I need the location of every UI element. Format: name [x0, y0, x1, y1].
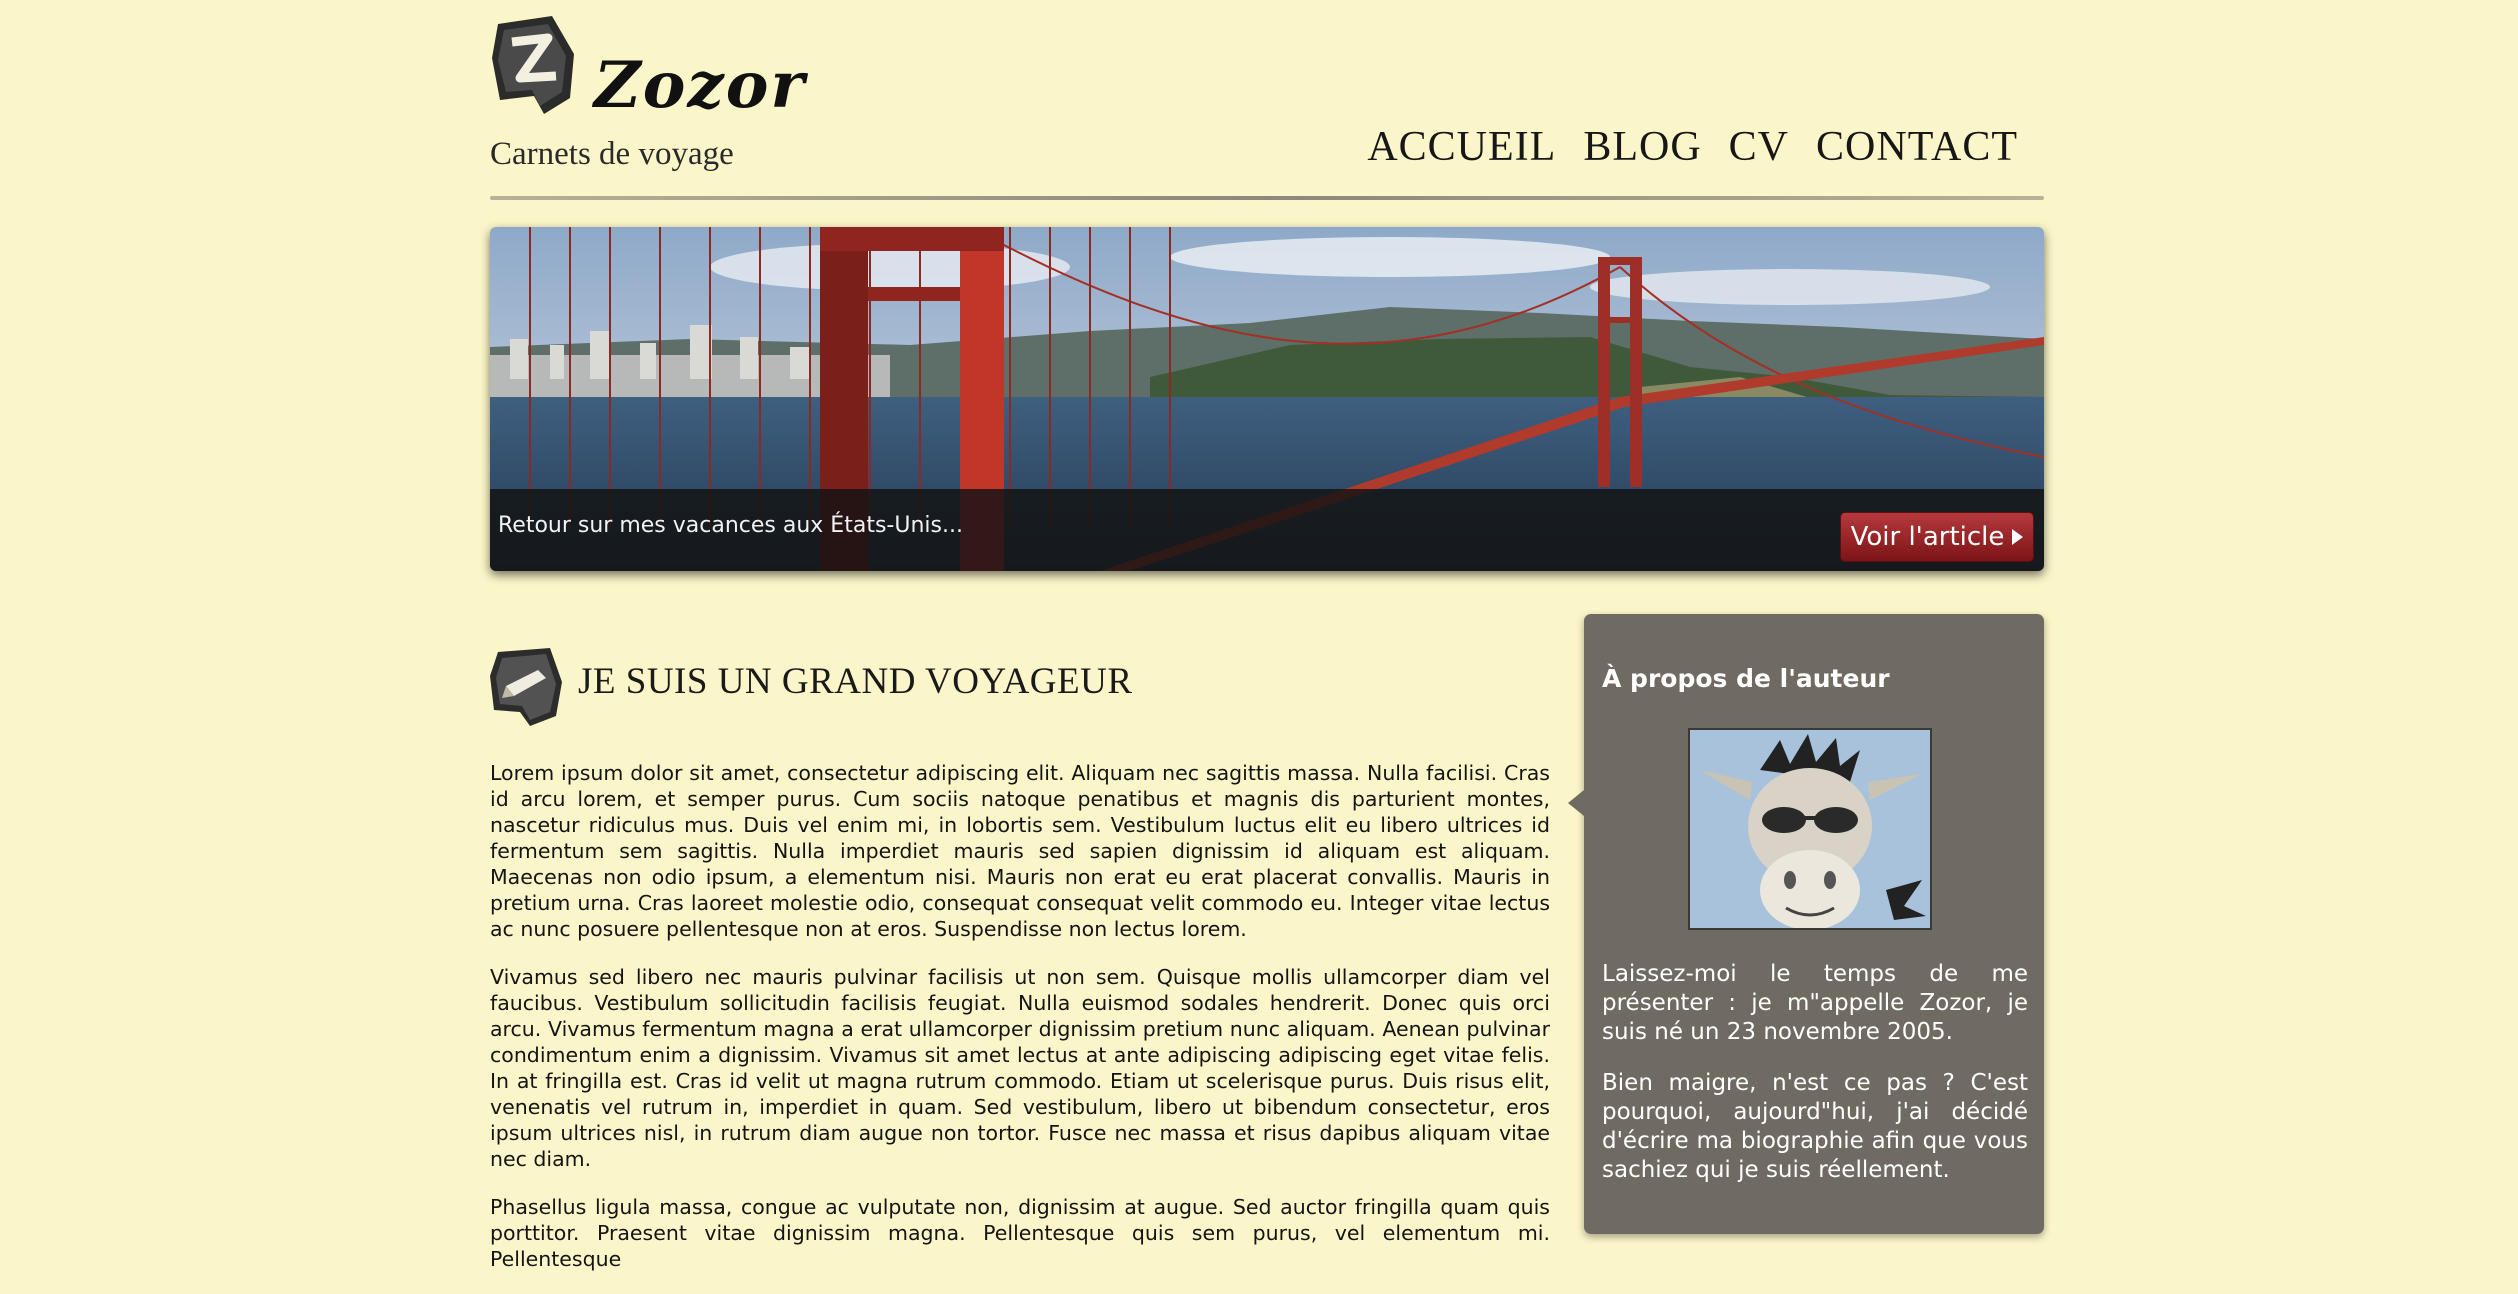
sidebar-title: À propos de l'auteur — [1602, 664, 1890, 693]
sidebar-text: Laissez-moi le temps de me présenter : j… — [1602, 960, 2028, 1207]
article-paragraph: Phasellus ligula massa, congue ac vulput… — [490, 1195, 1550, 1271]
voir-article-label: Voir l'article — [1850, 522, 2005, 552]
sidebar-paragraph: Laissez-moi le temps de me présenter : j… — [1602, 961, 2028, 1045]
banner: Retour sur mes vacances aux États-Unis..… — [490, 227, 2044, 571]
site-title[interactable]: Zozor — [594, 48, 806, 123]
nav-item-contact[interactable]: CONTACT — [1816, 123, 2018, 171]
author-sidebar: À propos de l'auteur Laissez-moi le temp… — [1568, 614, 2044, 1234]
zozor-donkey-avatar — [1688, 728, 1932, 930]
article-paragraph: Vivamus sed libero nec mauris pulvinar f… — [490, 965, 1550, 1171]
header-divider — [490, 196, 2044, 200]
nav-item-accueil[interactable]: ACCUEIL — [1367, 123, 1556, 171]
nav-item-blog[interactable]: BLOG — [1583, 123, 1701, 171]
banner-caption: Retour sur mes vacances aux États-Unis..… — [498, 513, 963, 538]
article-paragraph: Lorem ipsum dolor sit amet, consectetur … — [490, 761, 1550, 941]
sidebar-paragraph: Bien maigre, n'est ce pas ? C'est pourqu… — [1602, 1070, 2028, 1183]
article-title: JE SUIS UN GRAND VOYAGEUR — [578, 661, 1133, 702]
zozor-logo-icon[interactable] — [490, 14, 576, 114]
main-nav: ACCUEIL BLOG CV CONTACT — [1367, 123, 2018, 171]
voir-article-button[interactable]: Voir l'article — [1840, 512, 2034, 562]
article-body: Lorem ipsum dolor sit amet, consectetur … — [490, 760, 1550, 1294]
page-wrapper: Zozor Carnets de voyage ACCUEIL BLOG CV … — [490, 0, 2044, 1271]
nav-item-cv[interactable]: CV — [1729, 123, 1789, 171]
site-tagline: Carnets de voyage — [490, 136, 734, 172]
pencil-badge-icon — [490, 646, 562, 726]
triangle-right-icon — [2012, 529, 2024, 545]
sidebar-pointer — [1568, 790, 1584, 816]
